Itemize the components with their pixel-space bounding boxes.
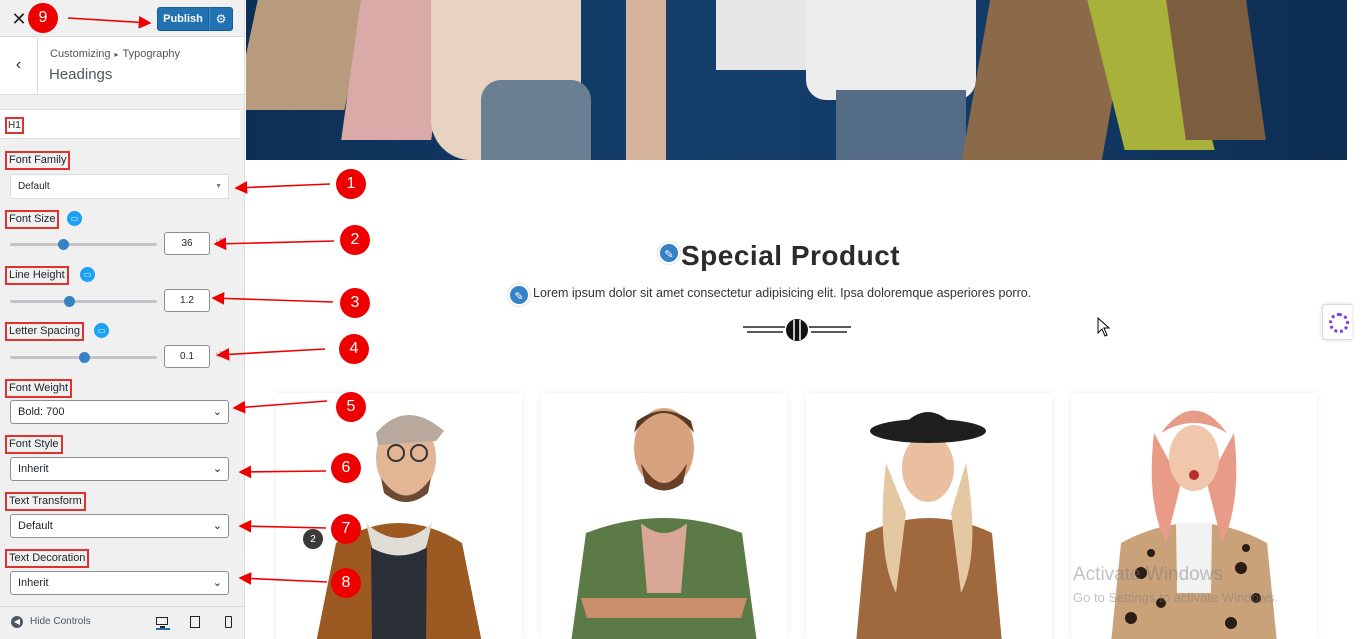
section-title: Special Product xyxy=(681,240,901,271)
text-decoration-value: Inherit xyxy=(18,577,49,589)
annotation-marker: 1 xyxy=(336,169,366,199)
annotation-marker: 3 xyxy=(340,288,370,318)
responsive-device-icon[interactable]: ▭ xyxy=(94,323,109,338)
responsive-device-icon[interactable]: ▭ xyxy=(80,267,95,282)
product-image xyxy=(316,414,482,639)
breadcrumb-separator-icon: ▸ xyxy=(114,50,119,59)
font-size-slider-thumb[interactable] xyxy=(57,239,69,250)
heading-tab-panel: H1 xyxy=(0,109,240,139)
breadcrumb-leaf: Typography xyxy=(122,48,181,60)
responsive-device-icon[interactable]: ▭ xyxy=(67,211,82,226)
mouse-cursor-icon xyxy=(1097,317,1111,337)
loading-spinner-icon xyxy=(1329,313,1349,333)
letter-spacing-input[interactable]: 0.1 xyxy=(164,345,210,368)
edit-pencil-icon[interactable]: ✎ xyxy=(508,284,530,306)
customizer-sidebar: ✕ Publish ⚙ ‹ Customizing ▸ Typography Hea… xyxy=(0,0,245,639)
annotation-marker: 2 xyxy=(340,225,370,255)
annotation-marker: 7 xyxy=(331,514,361,544)
section-divider-ornament xyxy=(743,319,851,341)
letter-spacing-label: Letter Spacing xyxy=(5,322,84,341)
font-size-label: Font Size xyxy=(5,210,60,229)
reset-icon[interactable]: ↺ xyxy=(215,238,225,248)
line-height-slider[interactable] xyxy=(10,296,157,307)
letter-spacing-slider-thumb[interactable] xyxy=(78,352,90,363)
line-height-label: Line Height xyxy=(5,266,69,285)
product-image xyxy=(856,412,1002,639)
product-card[interactable] xyxy=(541,393,787,639)
annotation-marker: 8 xyxy=(331,568,361,598)
font-style-label: Font Style xyxy=(5,435,63,454)
reset-icon[interactable]: ↺ xyxy=(215,295,225,305)
activate-windows-subtext: Go to Settings to activate Windows. xyxy=(1073,590,1279,605)
chevron-down-icon: ⌄ xyxy=(212,463,222,475)
annotation-marker: 5 xyxy=(336,392,366,422)
font-family-label: Font Family xyxy=(5,151,71,170)
dropdown-arrow-icon: ▼ xyxy=(215,183,222,190)
desktop-preview-icon[interactable] xyxy=(156,616,170,630)
reset-icon[interactable]: ↺ xyxy=(215,351,225,361)
product-card[interactable] xyxy=(276,393,522,639)
text-transform-value: Default xyxy=(18,520,53,532)
card-number-badge: 2 xyxy=(302,528,324,550)
annotation-marker: 9 xyxy=(28,3,58,33)
activate-windows-watermark: Activate Windows xyxy=(1073,564,1223,585)
text-decoration-select[interactable]: Inherit ⌄ xyxy=(10,571,229,595)
font-weight-value: Bold: 700 xyxy=(18,406,65,418)
back-chevron-icon[interactable]: ‹ xyxy=(0,37,38,94)
text-transform-select[interactable]: Default ⌄ xyxy=(10,514,229,538)
floating-widget[interactable] xyxy=(1322,304,1352,340)
section-header: ‹ Customizing ▸ Typography Headings xyxy=(0,37,244,95)
heading-tab-h1[interactable]: H1 xyxy=(5,117,24,134)
font-family-value: Default xyxy=(18,181,50,192)
section-title: Headings xyxy=(49,66,113,83)
chevron-down-icon: ⌄ xyxy=(212,520,222,532)
product-image xyxy=(571,408,757,639)
chevron-down-icon: ⌄ xyxy=(212,406,222,418)
text-decoration-label: Text Decoration xyxy=(5,549,90,568)
hide-controls-button[interactable]: ◀ Hide Controls xyxy=(11,616,91,628)
hero-image xyxy=(246,0,1347,160)
font-family-select[interactable]: Default ▼ xyxy=(10,174,229,199)
annotation-marker: 6 xyxy=(331,453,361,483)
close-icon[interactable]: ✕ xyxy=(8,8,30,30)
font-weight-label: Font Weight xyxy=(5,379,73,398)
line-height-input[interactable]: 1.2 xyxy=(164,289,210,312)
edit-pencil-icon[interactable]: ✎ xyxy=(658,242,680,264)
publish-settings-gear-icon[interactable]: ⚙ xyxy=(209,7,233,31)
tablet-preview-icon[interactable] xyxy=(188,616,202,630)
publish-button[interactable]: Publish xyxy=(157,7,209,31)
font-size-input[interactable]: 36 xyxy=(164,232,210,255)
product-card[interactable] xyxy=(806,393,1052,639)
breadcrumb-root: Customizing xyxy=(50,48,111,60)
breadcrumb: Customizing ▸ Typography xyxy=(50,48,180,60)
font-size-slider[interactable] xyxy=(10,239,157,250)
chevron-down-icon: ⌄ xyxy=(212,577,222,589)
customizer-footer: ◀ Hide Controls xyxy=(0,606,244,639)
font-style-select[interactable]: Inherit ⌄ xyxy=(10,457,229,481)
line-height-slider-thumb[interactable] xyxy=(63,296,75,307)
mobile-preview-icon[interactable] xyxy=(221,616,235,630)
letter-spacing-slider[interactable] xyxy=(10,352,157,363)
text-transform-label: Text Transform xyxy=(5,492,86,511)
section-description: Lorem ipsum dolor sit amet consectetur a… xyxy=(533,286,1032,300)
collapse-arrow-icon: ◀ xyxy=(11,616,23,628)
annotation-marker: 4 xyxy=(339,334,369,364)
font-weight-select[interactable]: Bold: 700 ⌄ xyxy=(10,400,229,424)
site-preview: ✎ Special Product ✎ Lorem ipsum dolor si… xyxy=(246,0,1366,639)
font-style-value: Inherit xyxy=(18,463,49,475)
hide-controls-label: Hide Controls xyxy=(30,616,91,627)
